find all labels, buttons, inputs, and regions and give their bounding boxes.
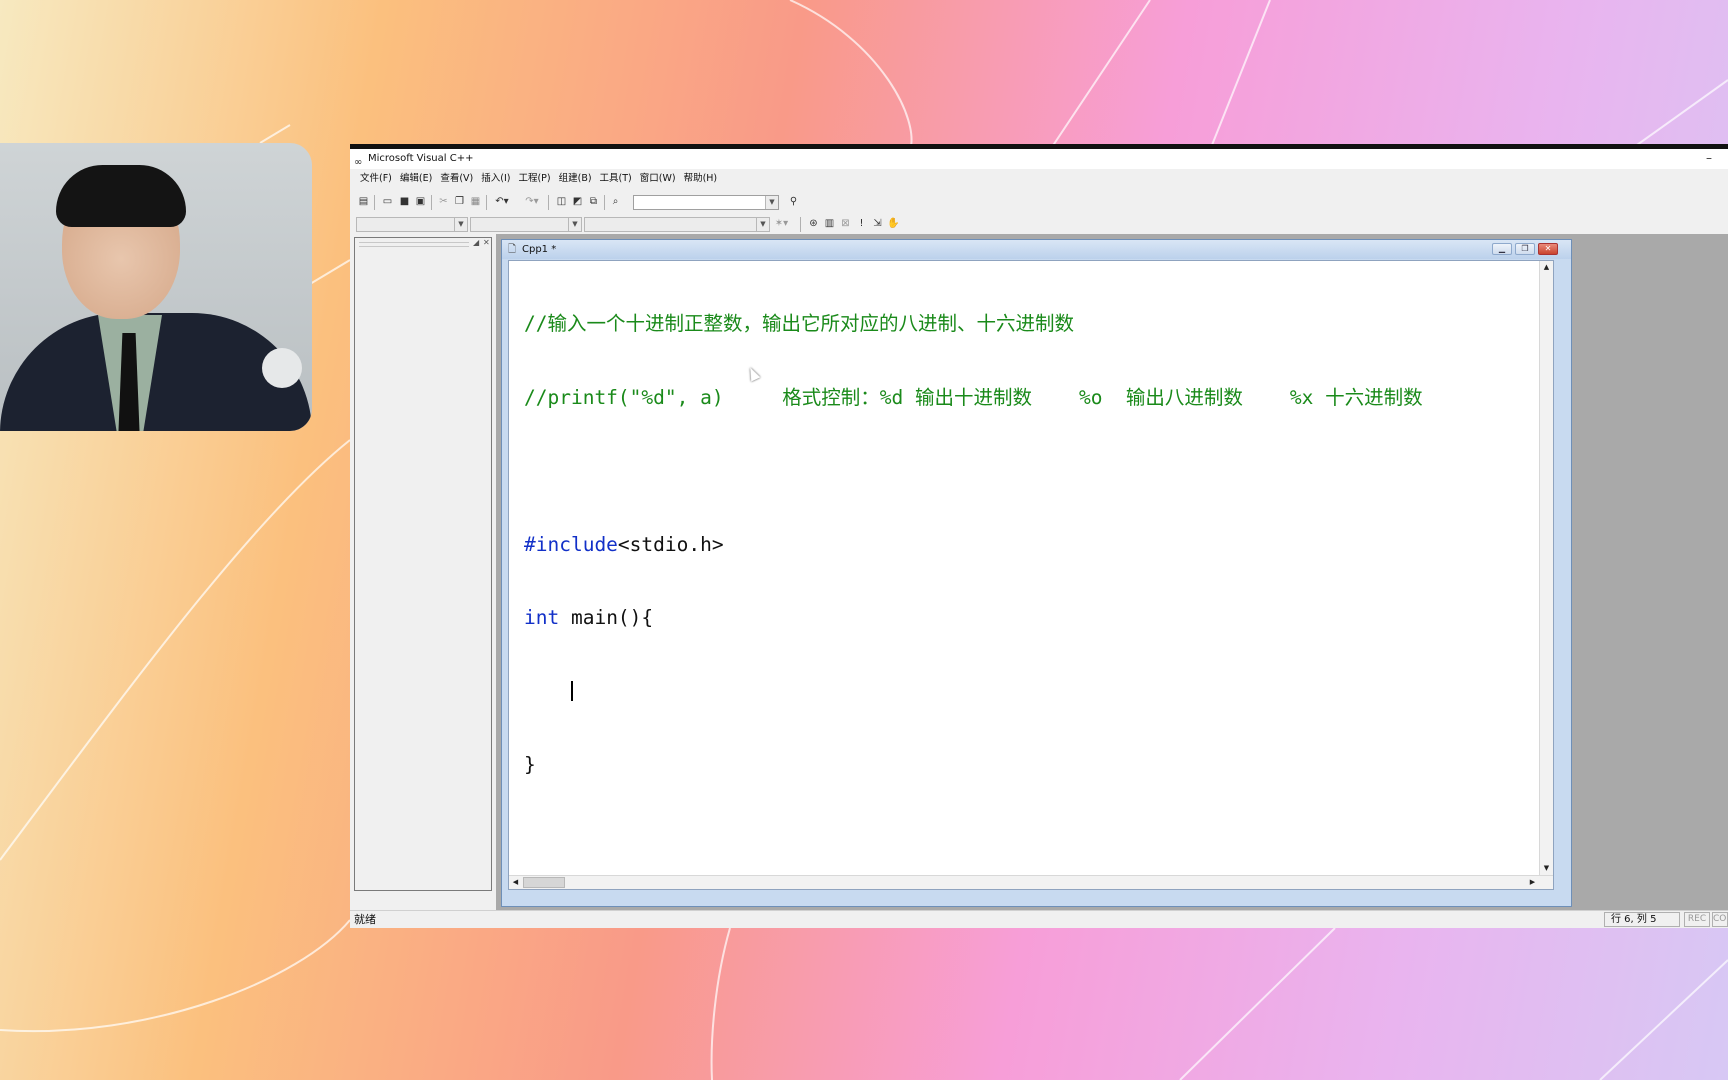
line-6-indent — [524, 680, 571, 703]
open-icon[interactable]: ▭ — [380, 195, 395, 209]
status-text: 就绪 — [354, 913, 376, 926]
code-line-1: //输入一个十进制正整数，输出它所对应的八进制、十六进制数 — [524, 312, 1074, 335]
code-line-6 — [524, 680, 1423, 705]
stop-build-icon[interactable]: ⊠ — [838, 217, 853, 231]
code-text[interactable]: //输入一个十进制正整数，输出它所对应的八进制、十六进制数 //printf("… — [524, 263, 1423, 827]
toolbar-separator — [431, 195, 432, 210]
window-list-icon[interactable]: ⧉ — [586, 195, 601, 209]
find-combo[interactable]: ▼ — [633, 195, 779, 210]
pane-dock-icon[interactable]: ◢ — [473, 238, 479, 247]
new-file-icon[interactable]: ▤ — [356, 195, 371, 209]
output-icon[interactable]: ◩ — [570, 195, 585, 209]
workspace-pane[interactable]: ◢ ✕ — [354, 237, 492, 891]
doc-minimize-button[interactable]: ▁ — [1492, 243, 1512, 255]
chevron-down-icon[interactable]: ▼ — [756, 218, 769, 231]
menu-tools[interactable]: 工具(T) — [596, 169, 636, 189]
toolbar-separator — [486, 195, 487, 210]
scroll-left-icon[interactable]: ◀ — [509, 876, 522, 889]
filter-combo[interactable]: ▼ — [470, 217, 582, 232]
menu-project[interactable]: 工程(P) — [514, 169, 554, 189]
main-signature: main(){ — [559, 606, 654, 629]
redo-icon[interactable]: ↷▾ — [522, 195, 542, 209]
scroll-down-icon[interactable]: ▼ — [1540, 862, 1553, 875]
build-icon[interactable]: ▥ — [822, 217, 837, 231]
menu-file[interactable]: 文件(F) — [356, 169, 396, 189]
document-title: Cpp1 * — [522, 244, 557, 255]
menu-edit[interactable]: 编辑(E) — [396, 169, 436, 189]
document-window: 🗋 Cpp1 * ▁ ❐ ✕ //输入一个十进制正整数，输出它所对应的八进制、十… — [501, 239, 1572, 907]
toolbar-separator — [800, 217, 801, 232]
menu-help[interactable]: 帮助(H) — [680, 169, 722, 189]
code-line-5: int main(){ — [524, 606, 1423, 631]
minimize-button[interactable]: – — [1706, 148, 1712, 168]
status-bar: 就绪 行 6, 列 5 REC COL — [350, 910, 1728, 928]
toolbar-separator — [548, 195, 549, 210]
code-line-2: //printf("%d", a) 格式控制：%d 输出十进制数 %o 输出八进… — [524, 385, 1423, 409]
pane-grip[interactable] — [359, 242, 469, 247]
webcam-video — [0, 143, 312, 431]
col-indicator: COL — [1712, 912, 1728, 927]
save-icon[interactable]: ■ — [397, 195, 412, 209]
presenter-hair — [56, 165, 186, 227]
pane-close-icon[interactable]: ✕ — [483, 238, 490, 247]
code-editor[interactable]: //输入一个十进制正整数，输出它所对应的八进制、十六进制数 //printf("… — [508, 260, 1554, 890]
workspace-icon[interactable]: ◫ — [554, 195, 569, 209]
standard-toolbar: ▤ ▭ ■ ▣ ✂ ❐ ▦ ↶▾ ↷▾ ◫ ◩ ⧉ ⌕ ▼ ⚲ — [350, 191, 1728, 213]
menu-bar: 文件(F) 编辑(E) 查看(V) 插入(I) 工程(P) 组建(B) 工具(T) 窗口(W)… — [350, 169, 1728, 189]
include-directive: #include — [524, 532, 618, 556]
vertical-scrollbar[interactable]: ▲ ▼ — [1539, 261, 1553, 889]
compile-icon[interactable]: ⊛ — [806, 217, 821, 231]
background-fixture — [262, 348, 302, 388]
keyword-int: int — [524, 606, 560, 629]
undo-icon[interactable]: ↶▾ — [492, 195, 512, 209]
toolbar-separator — [604, 195, 605, 210]
class-combo[interactable]: ▼ — [356, 217, 468, 232]
chevron-down-icon[interactable]: ▼ — [765, 196, 778, 209]
doc-restore-button[interactable]: ❐ — [1515, 243, 1535, 255]
go-icon[interactable]: ⇲ — [870, 217, 885, 231]
chevron-down-icon[interactable]: ▼ — [568, 218, 581, 231]
toolbar-separator — [374, 195, 375, 210]
code-line-4: #include<stdio.h> — [524, 533, 1423, 558]
find-icon[interactable]: ⚲ — [786, 195, 801, 209]
copy-icon[interactable]: ❐ — [452, 195, 467, 209]
text-caret — [570, 680, 573, 701]
scroll-up-icon[interactable]: ▲ — [1540, 261, 1553, 274]
rec-indicator: REC — [1684, 912, 1710, 927]
cursor-position: 行 6, 列 5 — [1604, 912, 1680, 927]
save-all-icon[interactable]: ▣ — [413, 195, 428, 209]
document-icon: 🗋 — [508, 244, 517, 255]
wizard-action-icon[interactable]: ✶▾ — [774, 217, 789, 231]
horizontal-scrollbar[interactable]: ◀ ▶ — [509, 875, 1553, 889]
wizard-toolbar: ▼ ▼ ▼ ✶▾ ⊛ ▥ ⊠ ! ⇲ ✋ — [350, 213, 1728, 235]
doc-close-button[interactable]: ✕ — [1538, 243, 1558, 255]
breakpoint-icon[interactable]: ✋ — [886, 217, 901, 231]
include-header: <stdio.h> — [617, 532, 724, 556]
menu-insert[interactable]: 插入(I) — [477, 169, 514, 189]
window-title: Microsoft Visual C++ — [368, 153, 474, 164]
cut-icon[interactable]: ✂ — [436, 195, 451, 209]
menu-build[interactable]: 组建(B) — [555, 169, 596, 189]
menu-window[interactable]: 窗口(W) — [636, 169, 680, 189]
menu-view[interactable]: 查看(V) — [436, 169, 477, 189]
paste-icon[interactable]: ▦ — [468, 195, 483, 209]
code-line-7: } — [524, 753, 536, 776]
scroll-right-icon[interactable]: ▶ — [1526, 876, 1539, 889]
execute-icon[interactable]: ! — [854, 217, 869, 231]
title-bar[interactable]: ∞ Microsoft Visual C++ – — [350, 149, 1728, 169]
scroll-thumb[interactable] — [523, 877, 565, 888]
chevron-down-icon[interactable]: ▼ — [454, 218, 467, 231]
members-combo[interactable]: ▼ — [584, 217, 770, 232]
find-in-files-icon[interactable]: ⌕ — [608, 195, 623, 209]
document-title-bar[interactable]: 🗋 Cpp1 * ▁ ❐ ✕ — [502, 240, 1571, 259]
